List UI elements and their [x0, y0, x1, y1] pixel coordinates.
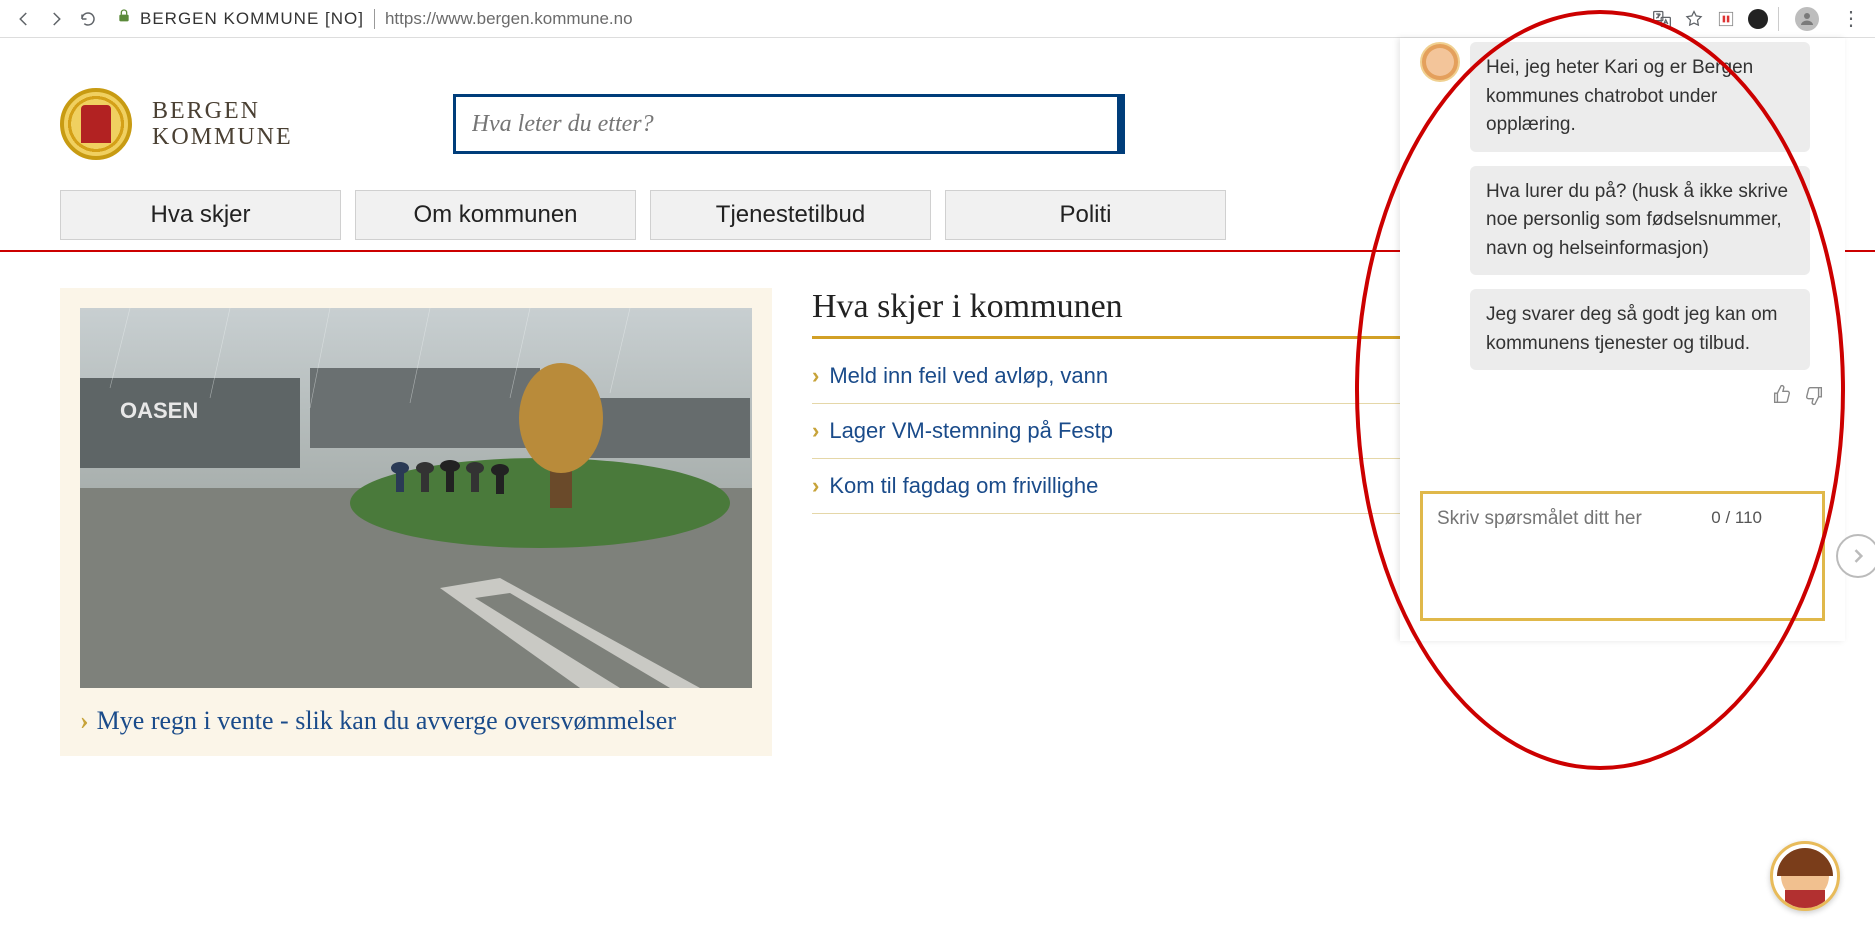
chevron-right-icon: ›	[80, 706, 89, 736]
city-seal-icon[interactable]	[60, 88, 132, 160]
news-link-text: Lager VM-stemning på Festp	[829, 418, 1113, 444]
nav-tjenestetilbud[interactable]: Tjenestetilbud	[650, 190, 931, 240]
chevron-right-icon: ›	[812, 363, 819, 389]
nav-hva-skjer[interactable]: Hva skjer	[60, 190, 341, 240]
hero-headline-link[interactable]: › Mye regn i vente - slik kan du avverge…	[80, 706, 752, 736]
hero-image: OASEN	[80, 308, 752, 688]
chat-bubble: Hva lurer du på? (husk å ikke skrive noe…	[1470, 166, 1810, 276]
chevron-right-icon: ›	[812, 473, 819, 499]
search-box[interactable]	[453, 94, 1125, 154]
news-link-text: Meld inn feil ved avløp, vann	[829, 363, 1108, 389]
divider	[1778, 7, 1779, 31]
site-logo-text[interactable]: BERGEN KOMMUNE	[152, 98, 293, 151]
chat-widget: Hei, jeg heter Kari og er Bergen kommune…	[1400, 38, 1845, 641]
hero-card[interactable]: OASEN ›	[60, 288, 772, 756]
back-button[interactable]	[8, 3, 40, 35]
translate-icon[interactable]	[1650, 7, 1674, 31]
chat-toggle-button[interactable]	[1770, 841, 1840, 911]
url-text: https://www.bergen.kommune.no	[385, 9, 633, 29]
send-button[interactable]	[1836, 534, 1875, 578]
menu-button[interactable]: ⋮	[1835, 3, 1867, 35]
browser-toolbar: BERGEN KOMMUNE [NO] https://www.bergen.k…	[0, 0, 1875, 38]
reload-button[interactable]	[72, 3, 104, 35]
profile-avatar[interactable]	[1795, 7, 1819, 31]
bot-avatar-icon	[1420, 42, 1460, 82]
hero-headline-text: Mye regn i vente - slik kan du avverge o…	[97, 706, 676, 736]
logo-line1: BERGEN	[152, 98, 293, 124]
chat-message-row: Jeg svarer deg så godt jeg kan om kommun…	[1470, 289, 1825, 370]
feedback-buttons	[1420, 384, 1825, 411]
thumbs-up-icon[interactable]	[1771, 384, 1793, 411]
svg-text:OASEN: OASEN	[120, 398, 198, 423]
chat-message-row: Hei, jeg heter Kari og er Bergen kommune…	[1420, 42, 1825, 152]
divider	[374, 9, 375, 29]
forward-button[interactable]	[40, 3, 72, 35]
nav-politikk[interactable]: Politi	[945, 190, 1226, 240]
thumbs-down-icon[interactable]	[1803, 384, 1825, 411]
extension-icon[interactable]	[1746, 7, 1770, 31]
chat-message-row: Hva lurer du på? (husk å ikke skrive noe…	[1470, 166, 1825, 276]
char-counter: 0 / 110	[1711, 508, 1762, 528]
chat-bubble: Hei, jeg heter Kari og er Bergen kommune…	[1470, 42, 1810, 152]
extension-mcafee-icon[interactable]	[1714, 7, 1738, 31]
chat-messages: Hei, jeg heter Kari og er Bergen kommune…	[1420, 38, 1825, 411]
search-input[interactable]	[472, 111, 1101, 138]
chat-input-box[interactable]: 0 / 110	[1420, 491, 1825, 621]
chat-input[interactable]	[1437, 508, 1741, 604]
lock-icon	[116, 8, 132, 29]
address-bar[interactable]: BERGEN KOMMUNE [NO] https://www.bergen.k…	[104, 4, 1650, 33]
site-identity: BERGEN KOMMUNE [NO]	[140, 9, 364, 29]
chat-bubble: Jeg svarer deg så godt jeg kan om kommun…	[1470, 289, 1810, 370]
nav-om-kommunen[interactable]: Om kommunen	[355, 190, 636, 240]
logo-line2: KOMMUNE	[152, 124, 293, 150]
star-icon[interactable]	[1682, 7, 1706, 31]
news-link-text: Kom til fagdag om frivillighe	[829, 473, 1098, 499]
chevron-right-icon: ›	[812, 418, 819, 444]
